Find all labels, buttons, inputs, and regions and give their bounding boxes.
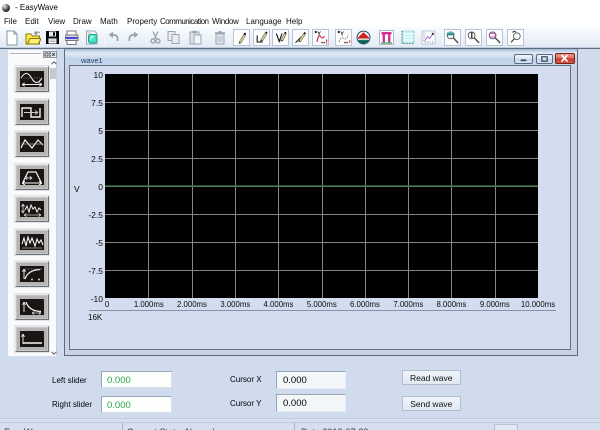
svg-text:Y: Y — [340, 32, 344, 38]
